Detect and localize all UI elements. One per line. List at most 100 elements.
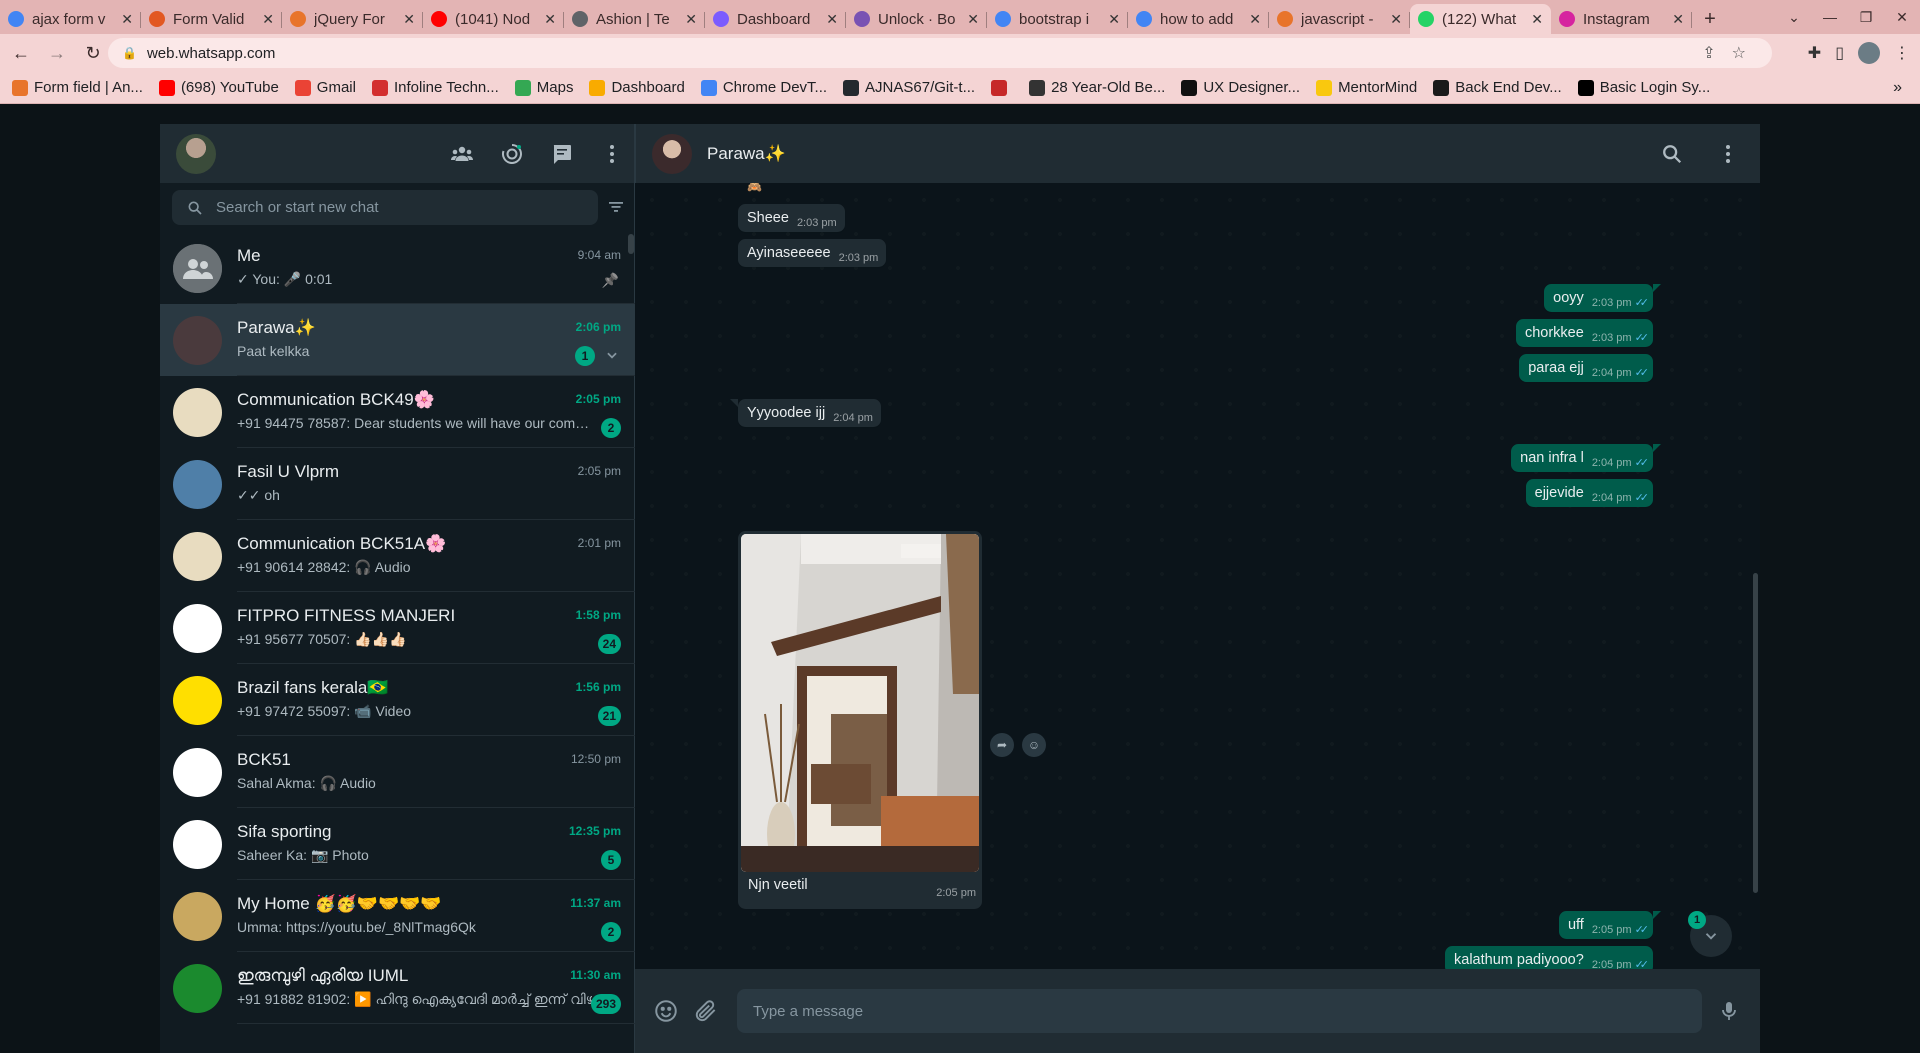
new-tab-icon[interactable]: + xyxy=(1692,4,1728,34)
chat-avatar[interactable] xyxy=(173,747,222,797)
bookmark-item[interactable]: Infoline Techn... xyxy=(371,79,499,96)
chat-avatar[interactable] xyxy=(173,459,222,509)
browser-tab[interactable]: Form Valid ✕ xyxy=(141,4,282,34)
chat-avatar[interactable] xyxy=(173,819,222,869)
back-icon[interactable]: ← xyxy=(6,43,36,64)
message-outgoing[interactable]: chorkkee 2:03 pm ✓✓ xyxy=(1515,319,1653,347)
emoji-icon[interactable] xyxy=(651,996,681,1026)
bookmark-item[interactable] xyxy=(991,79,1013,96)
browser-tab[interactable]: javascript - ✕ xyxy=(1269,4,1410,34)
bookmark-item[interactable]: AJNAS67/Git-t... xyxy=(843,79,975,96)
close-window-icon[interactable]: ✕ xyxy=(1884,9,1920,26)
chat-list-item[interactable]: My Home 🥳🥳🤝🤝🤝🤝 Umma: https://youtu.be/_8N… xyxy=(160,880,635,952)
message-outgoing[interactable]: kalathum padiyooo? 2:05 pm ✓✓ xyxy=(1445,946,1653,969)
message-outgoing[interactable]: uff 2:05 pm ✓✓ xyxy=(1558,911,1662,939)
tab-search-icon[interactable]: ⌄ xyxy=(1776,9,1812,26)
communities-icon[interactable] xyxy=(450,142,474,166)
browser-tab[interactable]: how to add ✕ xyxy=(1128,4,1269,34)
message-outgoing[interactable]: ooyy 2:03 pm ✓✓ xyxy=(1544,284,1661,312)
bookmark-item[interactable]: Dashboard xyxy=(589,79,685,96)
chat-avatar[interactable] xyxy=(173,675,222,725)
chat-list-item[interactable]: Communication BCK49🌸 +91 94475 78587: Dea… xyxy=(160,376,635,448)
browser-tab[interactable]: bootstrap i ✕ xyxy=(987,4,1128,34)
profile-avatar[interactable] xyxy=(1858,42,1880,64)
message-outgoing[interactable]: ejjevide 2:04 pm ✓✓ xyxy=(1525,479,1653,507)
chat-avatar[interactable] xyxy=(173,531,222,581)
chat-avatar[interactable] xyxy=(173,243,222,293)
bookmark-item[interactable]: Form field | An... xyxy=(12,79,143,96)
chat-avatar[interactable] xyxy=(173,891,222,941)
close-tab-icon[interactable]: ✕ xyxy=(1531,11,1543,28)
search-input[interactable] xyxy=(216,199,556,216)
messages-scrollbar[interactable] xyxy=(1753,573,1758,893)
bookmark-item[interactable]: UX Designer... xyxy=(1181,79,1300,96)
contact-avatar[interactable] xyxy=(652,133,692,174)
browser-tab[interactable]: jQuery For ✕ xyxy=(282,4,423,34)
more-bookmarks-icon[interactable]: » xyxy=(1893,79,1902,97)
close-tab-icon[interactable]: ✕ xyxy=(967,11,979,28)
close-tab-icon[interactable]: ✕ xyxy=(1672,11,1684,28)
chrome-menu-icon[interactable]: ⋮ xyxy=(1894,43,1910,63)
contact-name[interactable]: Parawa✨ xyxy=(707,144,786,164)
bookmark-item[interactable]: Chrome DevT... xyxy=(700,79,827,96)
chat-list-item[interactable]: BCK51 Sahal Akma: 🎧 Audio 12:50 pm xyxy=(160,736,635,808)
message-area[interactable]: 🙈 Sheee 2:03 pm Ayinaseeeee 2:03 pm ooyy 2:… xyxy=(635,183,1760,969)
bookmark-item[interactable]: 28 Year-Old Be... xyxy=(1029,79,1165,96)
filter-icon[interactable] xyxy=(604,195,628,219)
forward-icon[interactable]: ➦ xyxy=(990,733,1014,757)
bookmark-item[interactable]: (698) YouTube xyxy=(158,79,279,96)
close-tab-icon[interactable]: ✕ xyxy=(1249,11,1261,28)
message-incoming[interactable]: Yyyoodee ijj 2:04 pm xyxy=(730,399,881,427)
message-outgoing[interactable]: paraa ejj 2:04 pm ✓✓ xyxy=(1519,354,1653,382)
chat-list-item[interactable]: Sifa sporting Saheer Ka: 📷 Photo 12:35 pm 5 xyxy=(160,808,635,880)
search-messages-icon[interactable] xyxy=(1660,142,1684,166)
chatlist-scrollbar[interactable] xyxy=(628,234,634,254)
close-tab-icon[interactable]: ✕ xyxy=(1390,11,1402,28)
image-message[interactable]: Njn veetil 2:05 pm xyxy=(738,531,982,909)
close-tab-icon[interactable]: ✕ xyxy=(262,11,274,28)
react-icon[interactable]: ☺ xyxy=(1022,733,1046,757)
chat-avatar[interactable] xyxy=(173,603,222,653)
bookmark-item[interactable]: MentorMind xyxy=(1316,79,1417,96)
browser-tab[interactable]: Ashion | Te ✕ xyxy=(564,4,705,34)
message-input[interactable] xyxy=(737,989,1702,1033)
chat-list-item[interactable]: Me ✓ You: 🎤 0:01 9:04 am 📌 xyxy=(160,232,635,304)
search-box[interactable] xyxy=(172,190,598,225)
restore-icon[interactable]: ❐ xyxy=(1848,9,1884,26)
close-tab-icon[interactable]: ✕ xyxy=(403,11,415,28)
browser-tab[interactable]: Instagram ✕ xyxy=(1551,4,1692,34)
status-icon[interactable] xyxy=(500,142,524,166)
bookmark-item[interactable]: Maps xyxy=(514,79,573,96)
chat-list-item[interactable]: FITPRO FITNESS MANJERI +91 95677 70507: 👍… xyxy=(160,592,635,664)
message-incoming[interactable]: Sheee 2:03 pm xyxy=(738,204,845,232)
reload-icon[interactable]: ↻ xyxy=(78,43,108,64)
url-field[interactable]: 🔒 web.whatsapp.com ⇪☆ xyxy=(108,38,1772,68)
bookmark-item[interactable]: Gmail xyxy=(294,79,356,96)
chevron-down-icon[interactable] xyxy=(605,348,619,362)
conversation-menu-icon[interactable] xyxy=(1716,142,1740,166)
close-tab-icon[interactable]: ✕ xyxy=(121,11,133,28)
bookmark-item[interactable]: Back End Dev... xyxy=(1433,79,1562,96)
minimize-icon[interactable]: — xyxy=(1812,9,1848,25)
scroll-down-button[interactable]: 1 xyxy=(1688,911,1732,957)
chat-list-item[interactable]: Parawa✨ Paat kelkka 2:06 pm 1 xyxy=(160,304,635,376)
my-avatar[interactable] xyxy=(176,133,216,174)
room-photo[interactable] xyxy=(741,534,979,872)
chat-list-item[interactable]: Communication BCK51A🌸 +91 90614 28842: 🎧 … xyxy=(160,520,635,592)
browser-tab[interactable]: ajax form v ✕ xyxy=(0,4,141,34)
chat-list-item[interactable]: Brazil fans kerala🇧🇷 +91 97472 55097: 📹 V… xyxy=(160,664,635,736)
browser-tab[interactable]: (1041) Nod ✕ xyxy=(423,4,564,34)
bookmark-item[interactable]: Basic Login Sy... xyxy=(1577,79,1710,96)
chat-avatar[interactable] xyxy=(173,963,222,1013)
chat-avatar[interactable] xyxy=(173,387,222,437)
close-tab-icon[interactable]: ✕ xyxy=(1108,11,1120,28)
attach-icon[interactable] xyxy=(691,996,721,1026)
close-tab-icon[interactable]: ✕ xyxy=(685,11,697,28)
chat-list-item[interactable]: ഇരുമ്പുഴി ഏരിയ IUML +91 91882 81902: ▶️ ഹ… xyxy=(160,952,635,1024)
extensions-icon[interactable]: ✚ xyxy=(1808,43,1821,63)
microphone-icon[interactable] xyxy=(1714,996,1744,1026)
share-star-icons[interactable]: ⇪☆ xyxy=(1702,43,1762,63)
browser-tab[interactable]: Unlock · Bo ✕ xyxy=(846,4,987,34)
message-incoming[interactable]: Ayinaseeeee 2:03 pm xyxy=(738,239,887,267)
close-tab-icon[interactable]: ✕ xyxy=(544,11,556,28)
